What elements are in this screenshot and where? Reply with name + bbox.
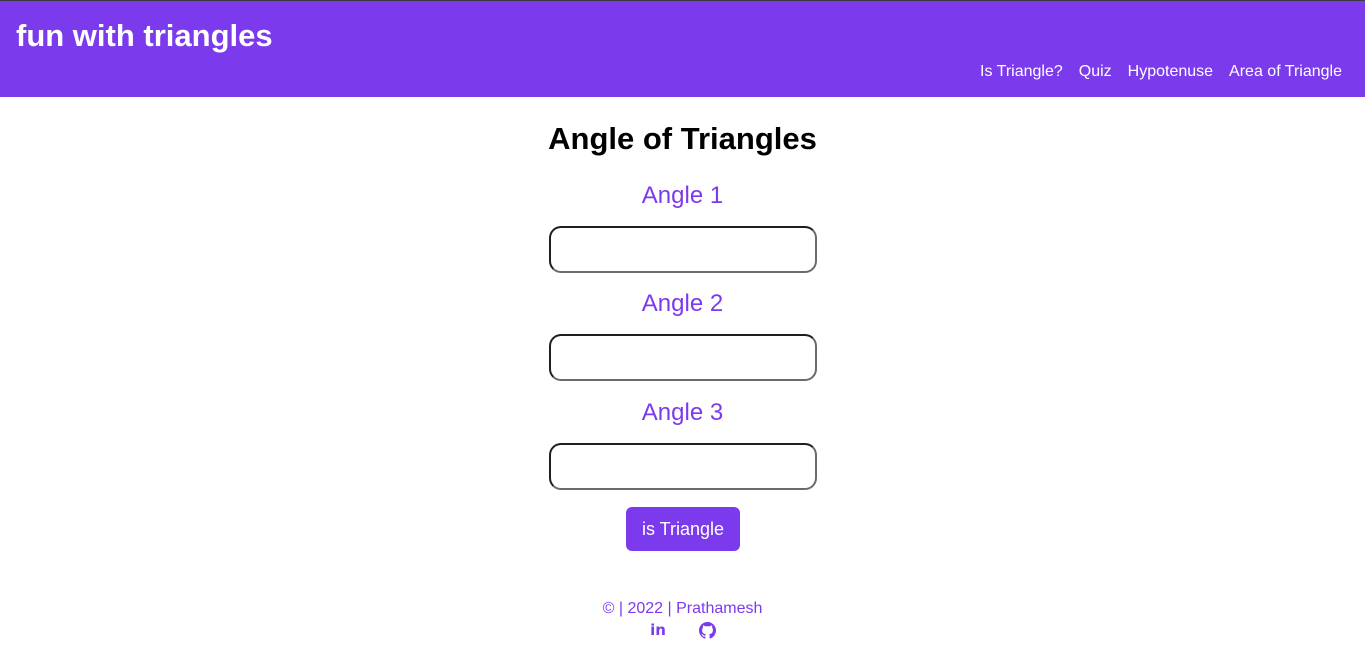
site-footer: © | 2022 | Prathamesh in [0,600,1365,639]
angle-1-label: Angle 1 [641,182,724,209]
angle-3-input[interactable] [549,443,817,490]
is-triangle-button[interactable]: is Triangle [626,507,740,551]
social-links: in [0,622,1365,639]
angle-2-input[interactable] [549,334,817,381]
nav-is-triangle[interactable]: Is Triangle? [980,62,1063,82]
angle-3-label: Angle 3 [641,399,724,426]
github-link[interactable] [698,622,716,639]
angle-2-label: Angle 2 [641,290,724,317]
nav-area-of-triangle[interactable]: Area of Triangle [1229,62,1342,82]
linkedin-icon: in [650,621,666,639]
nav-hypotenuse[interactable]: Hypotenuse [1128,62,1213,82]
site-header: fun with triangles Is Triangle? Quiz Hyp… [0,0,1365,97]
linkedin-link[interactable]: in [650,622,667,639]
angle-1-input[interactable] [549,226,817,273]
page-title: Angle of Triangles [548,121,817,156]
github-icon [698,622,716,639]
footer-copyright: © | 2022 | Prathamesh [602,600,763,617]
site-brand[interactable]: fun with triangles [16,18,273,54]
main-nav: Is Triangle? Quiz Hypotenuse Area of Tri… [980,62,1342,82]
nav-quiz[interactable]: Quiz [1079,62,1112,82]
